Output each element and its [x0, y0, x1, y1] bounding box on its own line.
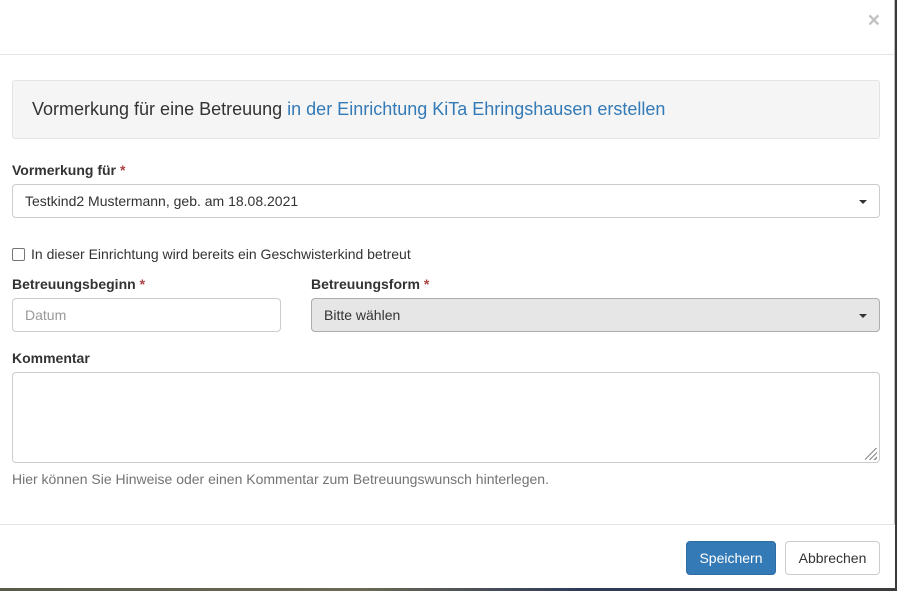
betreuungsform-value: Bitte wählen	[324, 307, 401, 323]
beginn-form-row: Betreuungsbeginn * Datum Betreuungsform * …	[12, 276, 880, 332]
betreuungsform-select[interactable]: Bitte wählen	[311, 298, 880, 332]
vormerkung-value: Testkind2 Mustermann, geb. am 18.08.2021	[25, 193, 299, 209]
modal-footer: Speichern Abbrechen	[0, 524, 895, 588]
betreuungsform-label: Betreuungsform *	[311, 276, 430, 292]
chevron-down-icon	[859, 314, 867, 318]
sibling-checkbox[interactable]	[12, 247, 25, 261]
modal-body: Vormerkung für eine Betreuung in der Ein…	[0, 55, 894, 487]
save-button[interactable]: Speichern	[686, 541, 776, 575]
required-marker: *	[139, 276, 146, 292]
vormerkung-group: Vormerkung für * Testkind2 Mustermann, ge…	[12, 162, 880, 218]
close-icon[interactable]: ×	[868, 9, 880, 33]
resize-handle-icon[interactable]	[865, 448, 877, 460]
cancel-button[interactable]: Abbrechen	[785, 541, 880, 575]
modal-header: ×	[0, 0, 894, 55]
sibling-checkbox-row[interactable]: In dieser Einrichtung wird bereits ein G…	[12, 246, 879, 262]
kommentar-label: Kommentar	[12, 350, 90, 366]
form-group: Betreuungsform * Bitte wählen	[311, 276, 880, 332]
required-marker: *	[119, 162, 126, 178]
facility-link[interactable]: in der Einrichtung KiTa Ehringshausen er…	[287, 99, 665, 120]
modal-dialog: × Vormerkung für eine Betreuung in der E…	[0, 0, 895, 588]
kommentar-group: Kommentar Hier können Sie Hinweise oder …	[12, 350, 880, 487]
beginn-label: Betreuungsbeginn *	[12, 276, 146, 292]
info-well: Vormerkung für eine Betreuung in der Ein…	[12, 80, 880, 139]
kommentar-help-text: Hier können Sie Hinweise oder einen Komm…	[12, 471, 549, 487]
beginn-group: Betreuungsbeginn * Datum	[12, 276, 281, 332]
kommentar-textarea[interactable]	[12, 372, 880, 463]
vormerkung-select[interactable]: Testkind2 Mustermann, geb. am 18.08.2021	[12, 184, 880, 218]
vormerkung-label: Vormerkung für *	[12, 162, 126, 178]
date-input[interactable]: Datum	[12, 298, 281, 332]
chevron-down-icon	[859, 200, 867, 204]
date-placeholder: Datum	[25, 307, 67, 323]
sibling-checkbox-label: In dieser Einrichtung wird bereits ein G…	[31, 246, 411, 262]
well-title: Vormerkung für eine Betreuung	[32, 99, 283, 119]
required-marker: *	[423, 276, 430, 292]
